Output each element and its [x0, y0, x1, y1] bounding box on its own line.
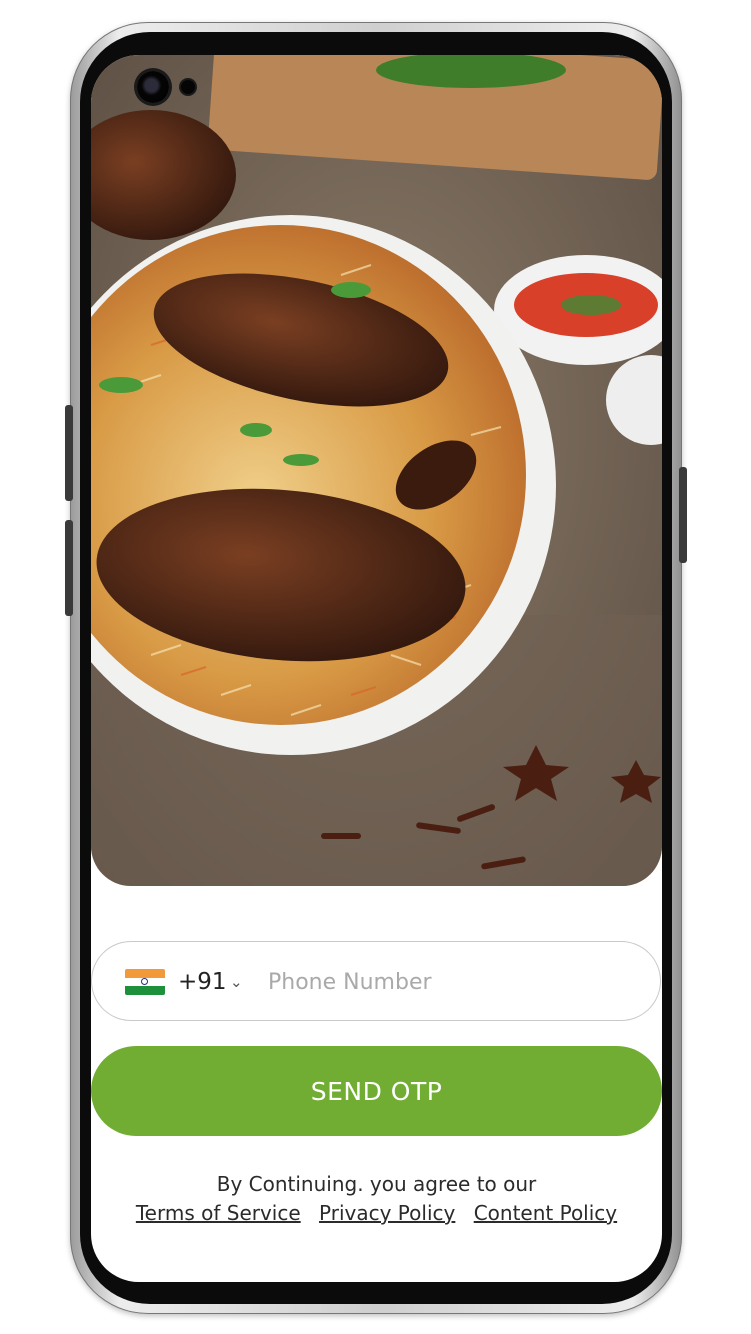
policy-links: Terms of Service Privacy Policy Content …	[91, 1201, 662, 1225]
front-camera	[137, 71, 169, 103]
phone-number-field[interactable]: +91 ⌄	[91, 941, 661, 1021]
app-screen: +91 ⌄ SEND OTP By Continuing. you agree …	[91, 55, 662, 1282]
send-otp-button[interactable]: SEND OTP	[91, 1046, 662, 1136]
content-policy-link[interactable]: Content Policy	[474, 1201, 617, 1225]
phone-number-input[interactable]	[268, 962, 638, 1002]
country-code[interactable]: +91	[178, 969, 227, 995]
agreement-text: By Continuing. you agree to our	[216, 1172, 537, 1196]
biryani-illustration	[91, 55, 662, 886]
volume-down-button	[65, 520, 73, 616]
india-flag-icon[interactable]	[125, 969, 165, 995]
power-button	[679, 467, 687, 563]
terms-of-service-link[interactable]: Terms of Service	[136, 1201, 301, 1225]
hero-food-image	[91, 55, 662, 886]
front-sensor	[181, 80, 195, 94]
privacy-policy-link[interactable]: Privacy Policy	[319, 1201, 455, 1225]
volume-up-button	[65, 405, 73, 501]
chevron-down-icon[interactable]: ⌄	[230, 972, 243, 992]
